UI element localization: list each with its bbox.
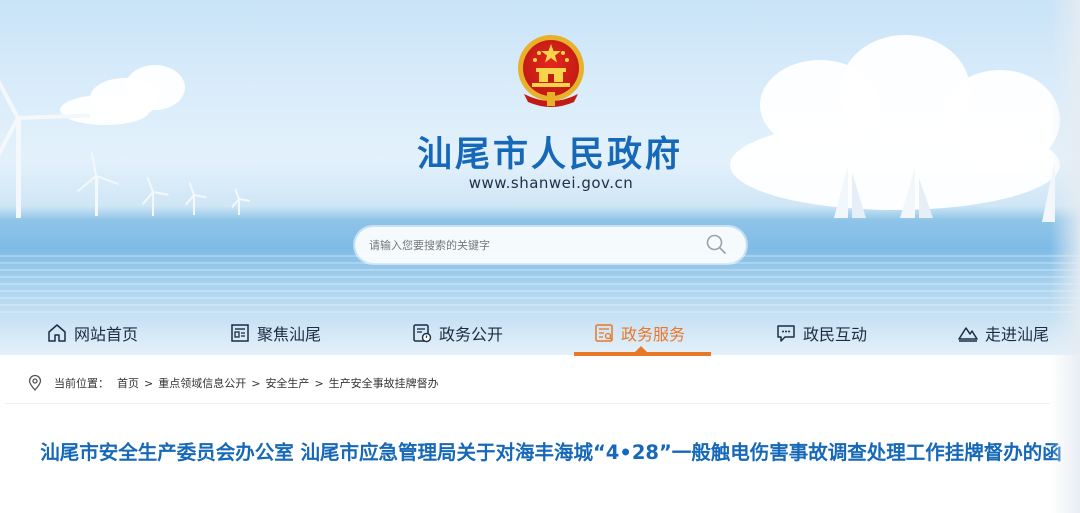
- site-url[interactable]: www.shanwei.gov.cn: [0, 174, 1080, 192]
- breadcrumb: 当前位置： 首页 > 重点领域信息公开 > 安全生产 > 生产安全事故挂牌督办: [26, 373, 439, 393]
- service-icon: [595, 324, 613, 342]
- breadcrumb-link-key-areas[interactable]: 重点领域信息公开: [158, 375, 246, 391]
- divider: [5, 403, 1050, 404]
- active-tab-caret: [634, 346, 648, 353]
- nav-item-label: 政民互动: [803, 325, 868, 344]
- page-edge-shadow: [1050, 0, 1080, 513]
- breadcrumb-label: 当前位置：: [54, 377, 109, 390]
- breadcrumb-separator: >: [144, 376, 154, 390]
- main-navigation: 网站首页 聚焦汕尾 政务公开 政务服务 政民互动 走进汕尾: [0, 310, 1080, 356]
- breadcrumb-link-home[interactable]: 首页: [117, 375, 139, 391]
- breadcrumb-link-accident-supervision[interactable]: 生产安全事故挂牌督办: [329, 375, 439, 391]
- breadcrumb-separator: >: [314, 376, 324, 390]
- search-icon[interactable]: [704, 232, 728, 256]
- cloud-decoration: [60, 95, 150, 125]
- nav-item-label: 走进汕尾: [985, 325, 1050, 344]
- nav-item-label: 聚焦汕尾: [257, 325, 322, 344]
- home-icon: [48, 324, 66, 342]
- breadcrumb-separator: >: [251, 376, 261, 390]
- chat-icon: [777, 325, 795, 342]
- mountain-icon: [958, 327, 978, 342]
- search-bar: [355, 227, 746, 263]
- national-emblem-icon: [518, 35, 584, 107]
- document-icon: [413, 324, 432, 343]
- article-title: 汕尾市安全生产委员会办公室 汕尾市应急管理局关于对海丰海城“4•28”一般触电伤…: [40, 441, 1062, 464]
- nav-item-home[interactable]: 网站首页: [46, 310, 138, 356]
- nav-item-label: 政务公开: [439, 325, 504, 344]
- site-title: 汕尾市人民政府: [416, 135, 683, 175]
- nav-item-label: 政务服务: [621, 325, 686, 344]
- location-pin-icon: [28, 374, 42, 391]
- nav-item-focus-shanwei[interactable]: 聚焦汕尾: [229, 310, 321, 356]
- search-input[interactable]: [369, 234, 689, 256]
- nav-item-label: 网站首页: [74, 325, 139, 344]
- nav-item-public-interaction[interactable]: 政民互动: [775, 310, 867, 356]
- sea-background: [0, 255, 1080, 315]
- breadcrumb-link-safety-production[interactable]: 安全生产: [265, 375, 309, 391]
- newspaper-icon: [231, 324, 249, 342]
- nav-item-government-affairs-public[interactable]: 政务公开: [411, 310, 503, 356]
- nav-item-explore-shanwei[interactable]: 走进汕尾: [957, 310, 1049, 356]
